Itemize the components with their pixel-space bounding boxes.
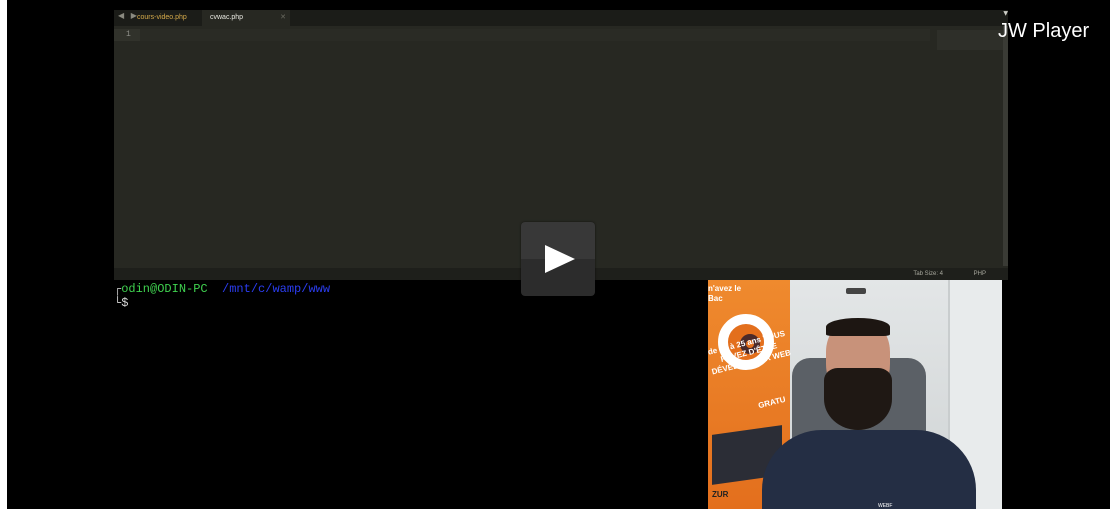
line-number: 1 [126, 30, 131, 39]
shirt-logo: WEBF [878, 503, 893, 509]
tab-cvwac[interactable]: cvwac.php ✕ [202, 10, 290, 26]
webcam-overlay: n'avez le Bac de 18 à 25 ans VOUS RÊVEZ … [708, 280, 1002, 509]
vertical-scrollbar[interactable] [1003, 26, 1008, 266]
terminal-input-prompt: └$ [114, 296, 129, 310]
banner-top-text: n'avez le Bac [708, 284, 742, 303]
terminal-user: odin@ODIN-PC [121, 282, 208, 296]
presenter-body [762, 430, 976, 509]
presenter-beard [824, 368, 892, 430]
tab-cours-video[interactable]: cours-video.php [129, 10, 209, 26]
play-icon [545, 245, 575, 273]
status-syntax[interactable]: PHP [974, 268, 986, 280]
editor-tab-bar: ◀ ▶ cours-video.php cvwac.php ✕ ▼ [114, 10, 1008, 26]
minimap[interactable] [937, 30, 1003, 50]
terminal-path: /mnt/c/wamp/www [222, 282, 331, 296]
status-tab-size[interactable]: Tab Size: 4 [913, 268, 943, 280]
tabs-dropdown-icon[interactable]: ▼ [1003, 10, 1008, 17]
terminal-prompt-line: ┌odin@ODIN-PC /mnt/c/wamp/www [114, 282, 330, 296]
presenter-hair [826, 318, 890, 336]
video-player[interactable]: ◀ ▶ cours-video.php cvwac.php ✕ ▼ 1 Tab … [7, 0, 1110, 509]
current-line-highlight [140, 29, 930, 41]
banner-gratuit-text: GRATU [757, 394, 787, 411]
banner-bottom-text: ZUR [712, 490, 729, 499]
wall-device [846, 288, 866, 294]
terminal[interactable]: ┌odin@ODIN-PC /mnt/c/wamp/www └$ [114, 280, 714, 509]
jw-player-watermark[interactable]: JW Player [998, 20, 1089, 43]
tab-label: cvwac.php [210, 14, 244, 21]
play-button[interactable] [521, 222, 595, 296]
close-icon[interactable]: ✕ [280, 10, 286, 26]
tab-label: cours-video.php [137, 14, 187, 21]
